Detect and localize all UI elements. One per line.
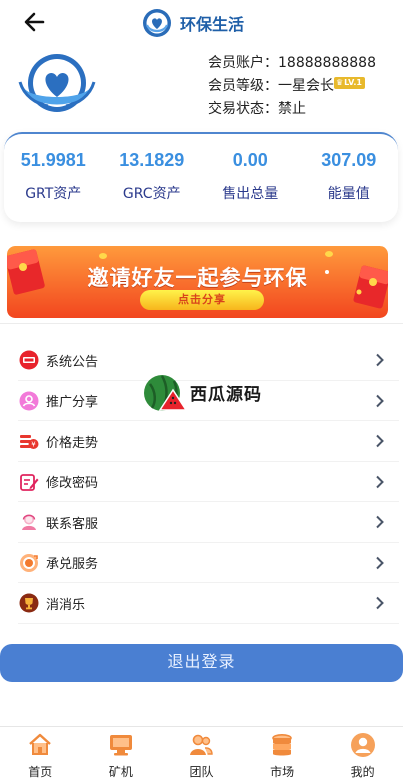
- avatar: [18, 52, 96, 118]
- menu-item-label: 承兑服务: [46, 557, 99, 573]
- tab-label: 首页: [28, 765, 53, 779]
- chevron-right-icon: [376, 354, 384, 367]
- status-value: 禁止: [278, 101, 306, 117]
- stat-value: 0.00: [232, 150, 268, 170]
- home-icon: [29, 733, 52, 755]
- level-label: 会员等级：: [208, 78, 278, 94]
- menu-item-label: 系统公告: [46, 354, 99, 370]
- stat-label: 能量值: [327, 186, 370, 202]
- stat-label: GRC资产: [122, 186, 181, 202]
- bottom-tab-bar: 首页 矿机 团队 市场 我的: [0, 726, 403, 782]
- stat-label: GRT资产: [25, 186, 82, 202]
- level-value: 一星会长: [278, 78, 334, 94]
- menu-item-exchange-service[interactable]: 承兑服务: [0, 543, 403, 584]
- menu-item-customer-service[interactable]: 联系客服: [0, 502, 403, 543]
- market-icon: [272, 733, 292, 756]
- menu-item-label: 价格走势: [46, 435, 99, 451]
- brand-logo-icon: [143, 9, 171, 37]
- tab-label: 团队: [189, 765, 214, 779]
- tab-label: 我的: [350, 765, 375, 779]
- stat-sold-total[interactable]: 0.00 售出总量: [201, 134, 300, 222]
- brand: 环保生活: [142, 8, 244, 38]
- chevron-right-icon: [376, 597, 384, 610]
- status-label: 交易状态：: [208, 101, 278, 117]
- tab-profile[interactable]: 我的: [322, 727, 403, 782]
- svg-text:¥: ¥: [31, 441, 36, 449]
- chevron-right-icon: [376, 516, 384, 529]
- edit-password-icon: [20, 473, 39, 491]
- watermark: 西瓜源码: [142, 372, 267, 414]
- announcement-icon: [19, 350, 39, 370]
- miner-icon: [109, 735, 132, 756]
- share-button[interactable]: 点击分享: [140, 290, 264, 310]
- team-icon: [190, 734, 214, 755]
- menu-item-label: 联系客服: [46, 516, 99, 532]
- price-trend-icon: ¥: [20, 435, 39, 450]
- profile-icon: [350, 733, 375, 757]
- level-row: 会员等级： 一星会长 ♛ LV.1: [208, 75, 376, 98]
- crown-icon: ♛: [336, 77, 344, 87]
- share-icon: [19, 391, 39, 411]
- menu-item-match-game[interactable]: 消消乐: [0, 583, 403, 624]
- stat-grt[interactable]: 51.9981 GRT资产: [4, 134, 103, 222]
- page-title: 环保生活: [180, 15, 245, 34]
- menu-item-label: 消消乐: [46, 597, 86, 613]
- chevron-right-icon: [376, 394, 384, 407]
- trophy-icon: [19, 593, 39, 613]
- watermark-text: 西瓜源码: [190, 385, 262, 405]
- asset-stats-card: 51.9981 GRT资产 13.1829 GRC资产 0.00 售出总量 30…: [4, 132, 398, 222]
- chevron-right-icon: [376, 435, 384, 448]
- tab-home[interactable]: 首页: [0, 727, 81, 782]
- tab-market[interactable]: 市场: [242, 727, 323, 782]
- stat-grc[interactable]: 13.1829 GRC资产: [103, 134, 202, 222]
- menu-item-label: 修改密码: [46, 476, 99, 492]
- exchange-service-icon: [20, 553, 38, 572]
- menu-item-change-password[interactable]: 修改密码: [0, 462, 403, 503]
- watermelon-logo-icon: [144, 375, 188, 411]
- member-info: 会员账户： 18888888888 会员等级： 一星会长 ♛ LV.1 交易状态…: [208, 52, 376, 121]
- status-row: 交易状态： 禁止: [208, 98, 376, 121]
- back-arrow-icon[interactable]: [22, 10, 48, 34]
- invite-banner[interactable]: 邀请好友一起参与环保 点击分享: [7, 246, 388, 318]
- logout-button[interactable]: 退出登录: [0, 644, 403, 682]
- level-badge-text: LV.1: [344, 77, 362, 87]
- stat-value: 13.1829: [119, 150, 185, 170]
- account-row: 会员账户： 18888888888: [208, 52, 376, 75]
- menu-item-label: 推广分享: [46, 395, 99, 411]
- account-value: 18888888888: [278, 55, 376, 71]
- divider: [0, 323, 403, 324]
- customer-service-icon: [22, 514, 36, 531]
- tab-miner[interactable]: 矿机: [81, 727, 162, 782]
- tab-team[interactable]: 团队: [161, 727, 242, 782]
- stat-value: 51.9981: [20, 150, 86, 170]
- tab-label: 矿机: [108, 765, 133, 779]
- tab-label: 市场: [270, 765, 295, 779]
- banner-title: 邀请好友一起参与环保: [87, 266, 308, 290]
- stat-energy[interactable]: 307.09 能量值: [300, 134, 399, 222]
- chevron-right-icon: [376, 556, 384, 569]
- stat-value: 307.09: [321, 150, 377, 170]
- stat-label: 售出总量: [222, 186, 279, 202]
- top-bar: 环保生活: [0, 0, 403, 44]
- menu-item-price-trend[interactable]: ¥ 价格走势: [0, 421, 403, 462]
- chevron-right-icon: [376, 475, 384, 488]
- account-label: 会员账户：: [208, 55, 278, 71]
- level-badge: ♛ LV.1: [334, 76, 365, 89]
